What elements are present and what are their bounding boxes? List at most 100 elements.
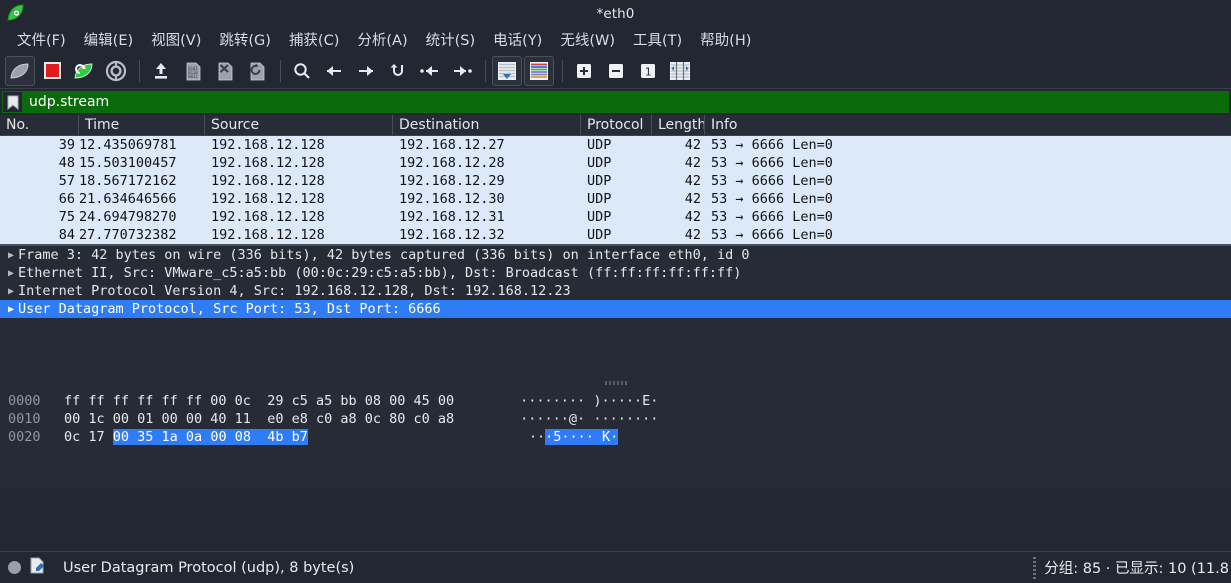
chevron-right-icon[interactable]: ▶ — [4, 286, 18, 297]
cell-destination: 192.168.12.31 — [399, 209, 505, 225]
packet-details-pane[interactable]: ▶ Frame 3: 42 bytes on wire (336 bits), … — [0, 246, 1231, 378]
close-file-icon[interactable] — [210, 56, 240, 86]
column-header-length[interactable]: Length — [652, 115, 705, 135]
table-row[interactable]: 39 12.435069781 192.168.12.128 192.168.1… — [0, 136, 1231, 154]
detail-row-udp[interactable]: ▶ User Datagram Protocol, Src Port: 53, … — [0, 300, 1231, 318]
cell-time: 12.435069781 — [79, 137, 177, 153]
hex-offset: 0000 — [8, 393, 41, 409]
column-header-no[interactable]: No. — [0, 115, 79, 135]
cell-no: 66 — [58, 191, 75, 207]
go-to-packet-icon[interactable] — [383, 56, 413, 86]
menu-statistics[interactable]: 统计(S) — [417, 27, 485, 53]
column-header-time[interactable]: Time — [79, 115, 205, 135]
display-filter-bar[interactable]: udp.stream — [2, 91, 1229, 113]
chevron-right-icon[interactable]: ▶ — [4, 268, 18, 279]
go-first-packet-icon[interactable] — [415, 56, 445, 86]
status-bar-left: User Datagram Protocol (udp), 8 byte(s) — [0, 557, 354, 578]
menu-analyze[interactable]: 分析(A) — [348, 27, 416, 53]
start-capture-icon[interactable] — [5, 55, 35, 86]
table-row[interactable]: 57 18.567172162 192.168.12.128 192.168.1… — [0, 172, 1231, 190]
table-row[interactable]: 84 27.770732382 192.168.12.128 192.168.1… — [0, 226, 1231, 244]
chevron-right-icon[interactable]: ▶ — [4, 304, 18, 315]
cell-destination: 192.168.12.32 — [399, 227, 505, 243]
menu-capture[interactable]: 捕获(C) — [280, 27, 348, 53]
packet-list[interactable]: 39 12.435069781 192.168.12.128 192.168.1… — [0, 136, 1231, 244]
status-bar: User Datagram Protocol (udp), 8 byte(s) … — [0, 551, 1231, 583]
menu-telephony[interactable]: 电话(Y) — [484, 27, 551, 53]
table-row[interactable]: 66 21.634646566 192.168.12.128 192.168.1… — [0, 190, 1231, 208]
status-left-text: User Datagram Protocol (udp), 8 byte(s) — [63, 559, 355, 576]
capture-comment-icon[interactable] — [29, 557, 45, 578]
zoom-in-icon[interactable] — [569, 56, 599, 86]
cell-length: 42 — [684, 173, 701, 189]
wireshark-fin-icon — [6, 3, 26, 23]
menu-file[interactable]: 文件(F) — [8, 27, 75, 53]
reload-file-icon[interactable] — [242, 56, 272, 86]
splitter-grip-icon — [604, 381, 627, 385]
go-forward-icon[interactable] — [351, 56, 381, 86]
cell-no: 48 — [58, 155, 75, 171]
cell-protocol: UDP — [587, 137, 612, 153]
column-header-protocol[interactable]: Protocol — [581, 115, 652, 135]
pane-splitter[interactable] — [0, 378, 1231, 388]
status-grip-icon — [1033, 556, 1037, 579]
find-packet-icon[interactable] — [287, 56, 317, 86]
go-last-packet-icon[interactable] — [447, 56, 477, 86]
svg-text:1: 1 — [645, 65, 652, 78]
bookmark-icon[interactable] — [3, 92, 23, 112]
cell-no: 75 — [58, 209, 75, 225]
toolbar-separator — [562, 59, 563, 82]
cell-protocol: UDP — [587, 227, 612, 243]
menu-bar: 文件(F) 编辑(E) 视图(V) 跳转(G) 捕获(C) 分析(A) 统计(S… — [0, 27, 1231, 53]
cell-info: 53 → 6666 Len=0 — [711, 209, 833, 225]
cell-source: 192.168.12.128 — [211, 155, 325, 171]
expert-info-icon[interactable] — [8, 561, 21, 574]
cell-source: 192.168.12.128 — [211, 173, 325, 189]
column-header-source[interactable]: Source — [205, 115, 393, 135]
status-bar-right: 分组: 85 · 已显示: 10 (11.8 — [1033, 556, 1231, 579]
save-file-icon[interactable]: 0101 0110 0011 — [178, 56, 208, 86]
column-header-destination[interactable]: Destination — [393, 115, 581, 135]
column-header-info[interactable]: Info — [705, 115, 1231, 135]
cell-no: 57 — [58, 173, 75, 189]
hex-row[interactable]: 0020 0c 17 00 35 1a 0a 00 08 4b b7 ···5·… — [0, 428, 1231, 446]
display-filter-input[interactable]: udp.stream — [23, 92, 1228, 112]
hex-row[interactable]: 0000 ff ff ff ff ff ff 00 0c 29 c5 a5 bb… — [0, 392, 1231, 410]
stop-capture-icon[interactable] — [37, 56, 67, 86]
restart-capture-icon[interactable] — [69, 56, 99, 86]
resize-columns-icon[interactable] — [665, 56, 695, 86]
cell-protocol: UDP — [587, 209, 612, 225]
cell-length: 42 — [684, 209, 701, 225]
colorize-icon[interactable] — [524, 55, 554, 86]
hex-row[interactable]: 0010 00 1c 00 01 00 00 40 11 e0 e8 c0 a8… — [0, 410, 1231, 428]
menu-view[interactable]: 视图(V) — [142, 27, 210, 53]
zoom-out-icon[interactable] — [601, 56, 631, 86]
open-file-icon[interactable] — [146, 56, 176, 86]
detail-row-label: Internet Protocol Version 4, Src: 192.16… — [18, 283, 571, 299]
chevron-right-icon[interactable]: ▶ — [4, 250, 18, 261]
cell-protocol: UDP — [587, 155, 612, 171]
wireshark-window: *eth0 文件(F) 编辑(E) 视图(V) 跳转(G) 捕获(C) 分析(A… — [0, 0, 1231, 583]
cell-length: 42 — [684, 137, 701, 153]
packet-bytes-pane[interactable]: 0000 ff ff ff ff ff ff 00 0c 29 c5 a5 bb… — [0, 388, 1231, 488]
menu-edit[interactable]: 编辑(E) — [75, 27, 142, 53]
detail-row-ethernet[interactable]: ▶ Ethernet II, Src: VMware_c5:a5:bb (00:… — [0, 264, 1231, 282]
cell-info: 53 → 6666 Len=0 — [711, 227, 833, 243]
table-row[interactable]: 48 15.503100457 192.168.12.128 192.168.1… — [0, 154, 1231, 172]
go-back-icon[interactable] — [319, 56, 349, 86]
hex-bytes: ff ff ff ff ff ff 00 0c 29 c5 a5 bb 08 0… — [64, 393, 455, 409]
detail-row-frame[interactable]: ▶ Frame 3: 42 bytes on wire (336 bits), … — [0, 246, 1231, 264]
menu-go[interactable]: 跳转(G) — [210, 27, 280, 53]
auto-scroll-icon[interactable] — [492, 55, 522, 86]
capture-options-icon[interactable] — [101, 56, 131, 86]
cell-destination: 192.168.12.27 — [399, 137, 505, 153]
cell-destination: 192.168.12.29 — [399, 173, 505, 189]
table-row[interactable]: 75 24.694798270 192.168.12.128 192.168.1… — [0, 208, 1231, 226]
hex-ascii-highlight: ·5···· K· — [545, 429, 619, 445]
menu-help[interactable]: 帮助(H) — [691, 27, 760, 53]
zoom-reset-icon[interactable]: 1 — [633, 56, 663, 86]
cell-source: 192.168.12.128 — [211, 137, 325, 153]
detail-row-ipv4[interactable]: ▶ Internet Protocol Version 4, Src: 192.… — [0, 282, 1231, 300]
menu-wireless[interactable]: 无线(W) — [551, 27, 624, 53]
menu-tools[interactable]: 工具(T) — [624, 27, 691, 53]
